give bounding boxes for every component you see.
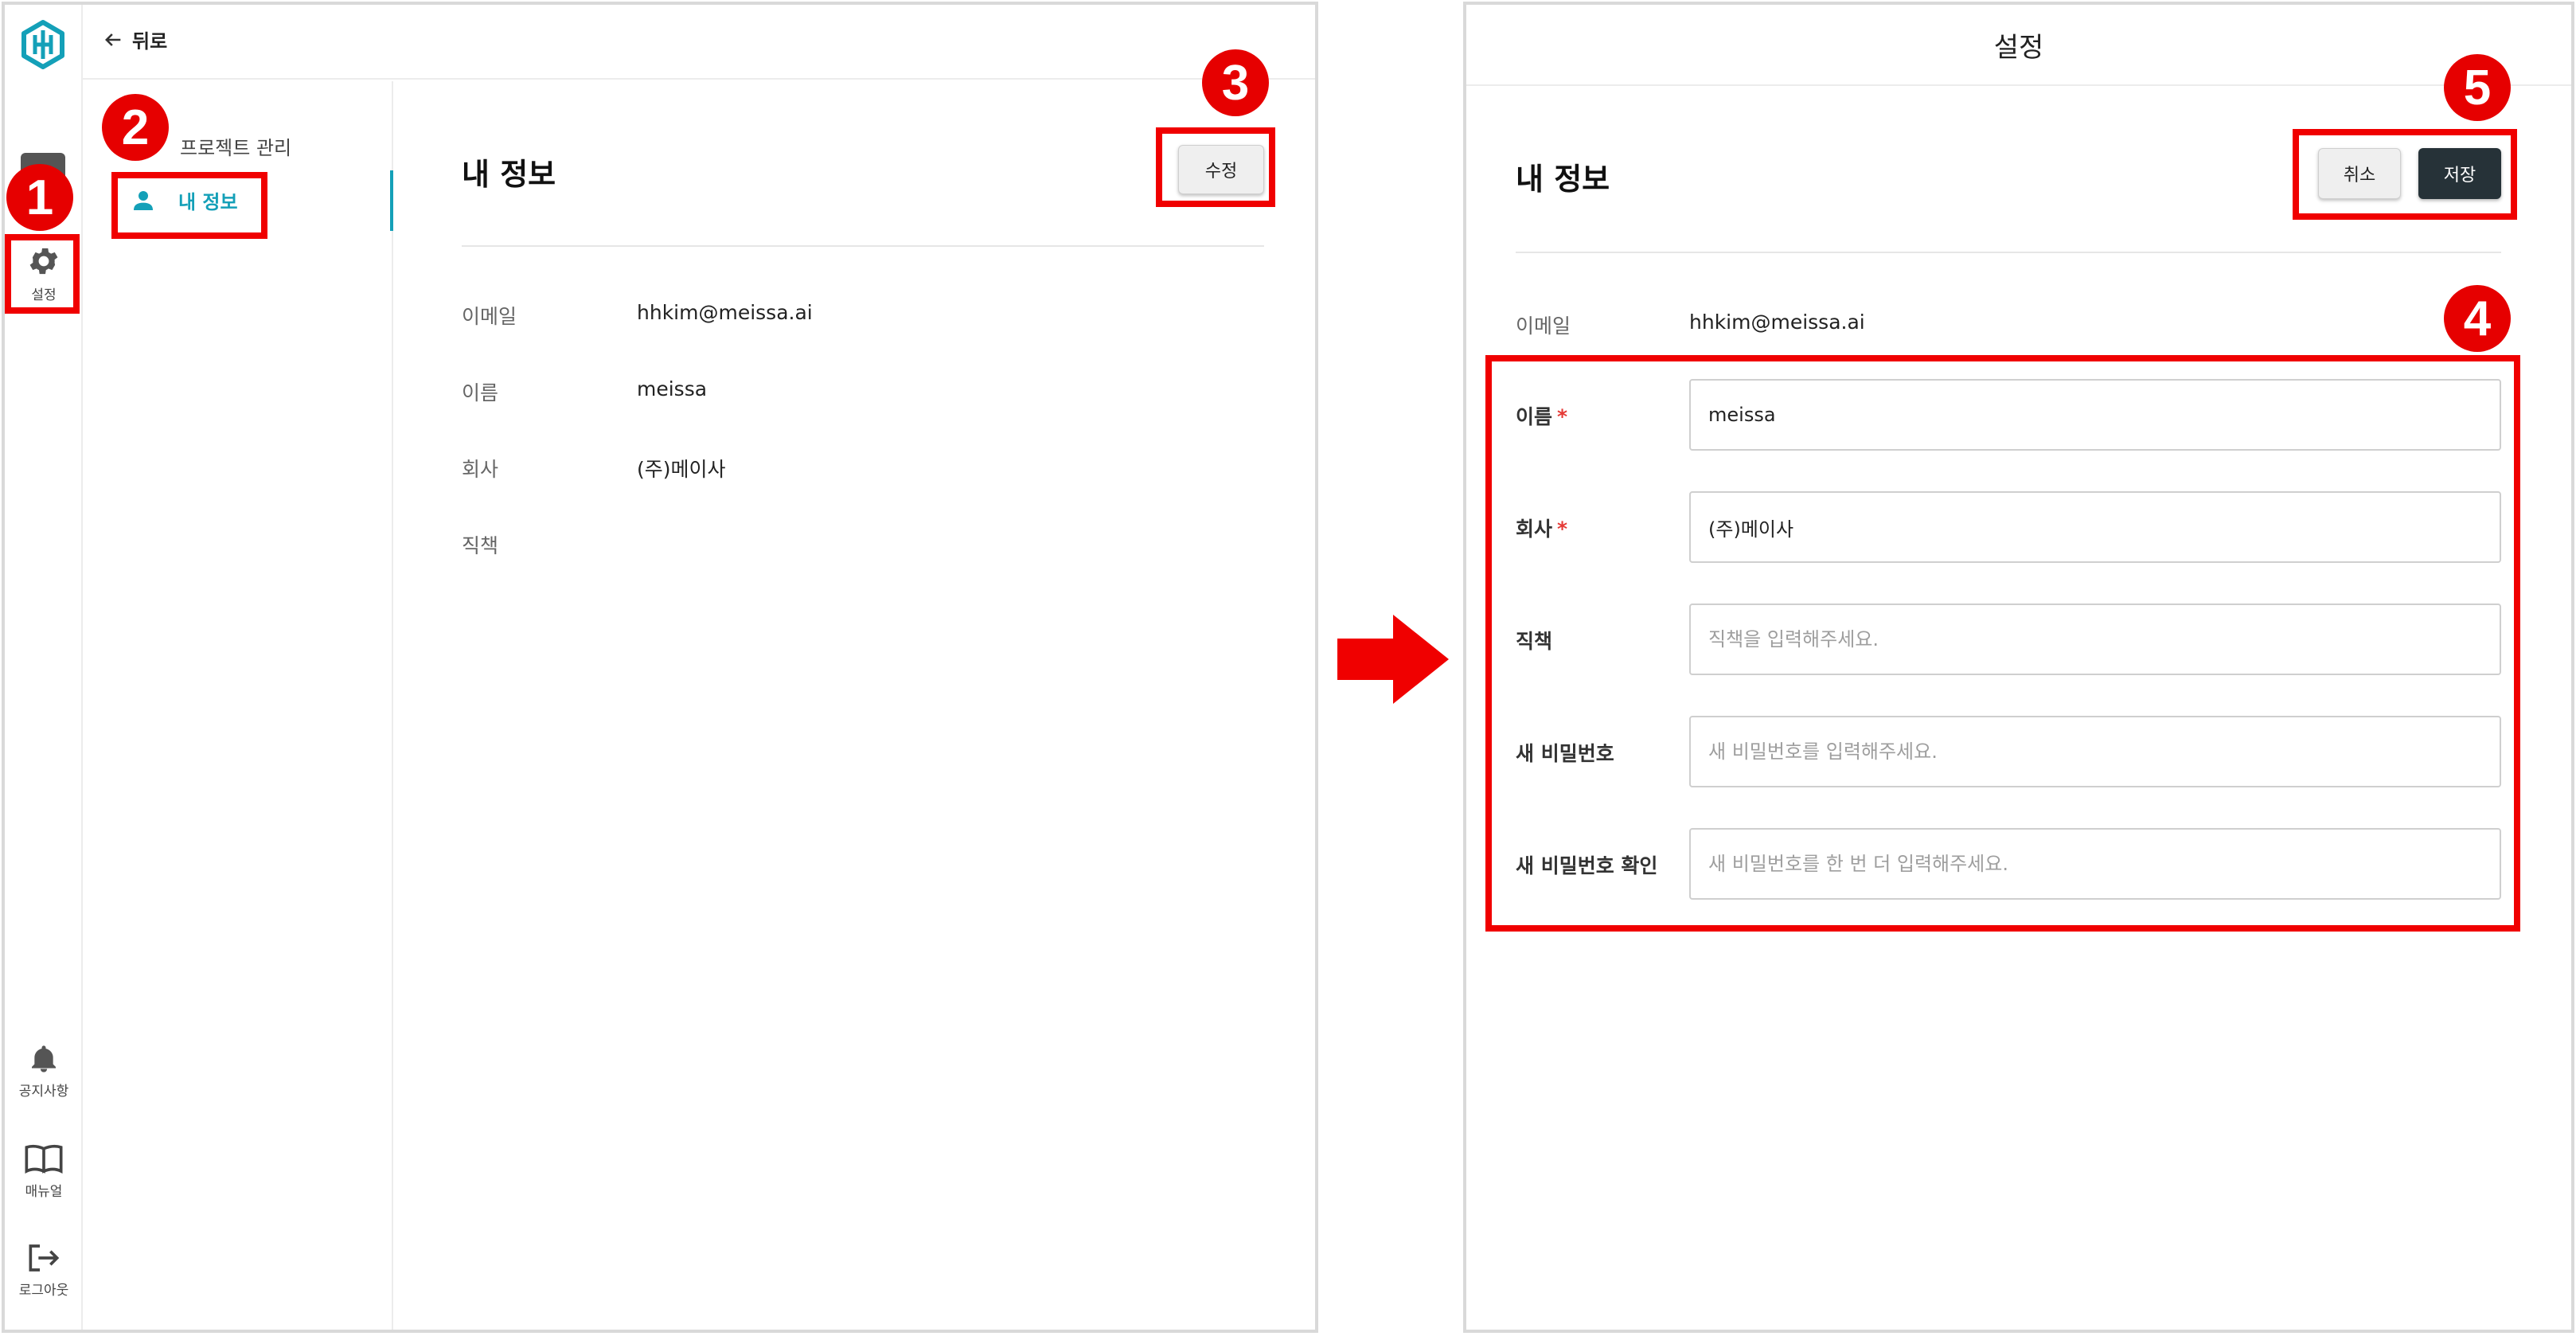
back-button[interactable]: 뒤로	[102, 25, 167, 53]
info-label: 회사	[462, 458, 499, 481]
highlight-settings	[5, 234, 80, 314]
book-icon	[25, 1144, 63, 1174]
rail-item-notices-label: 공지사항	[18, 1084, 69, 1100]
active-indicator	[390, 170, 393, 231]
rail-item-logout-label: 로그아웃	[18, 1283, 69, 1299]
divider	[1516, 252, 2501, 253]
bell-icon	[32, 1045, 56, 1072]
settings-header: 설정	[1466, 5, 2571, 86]
info-label: 이름	[462, 381, 499, 404]
info-value: meissa	[637, 377, 708, 400]
logout-icon	[29, 1244, 60, 1272]
settings-subnav: 프로젝트 관리 내 정보	[83, 81, 393, 1330]
info-label: 직책	[462, 534, 499, 557]
highlight-form	[1485, 355, 2520, 932]
rail-item-manual[interactable]: 매뉴얼	[5, 1143, 83, 1200]
info-value: (주)메이사	[637, 458, 726, 481]
highlight-my-info	[111, 172, 267, 239]
transition-arrow-icon	[1337, 615, 1449, 704]
rail-item-manual-label: 매뉴얼	[25, 1184, 63, 1200]
page-title: 내 정보	[462, 157, 556, 192]
highlight-cancel-save	[2293, 129, 2517, 220]
my-info-panel: 내 정보 수정 이메일 hhkim@meissa.ai 이름 meissa 회사…	[395, 81, 1315, 1330]
rail-item-logout[interactable]: 로그아웃	[5, 1242, 83, 1299]
rail-item-notices[interactable]: 공지사항	[5, 1043, 83, 1100]
step-badge-5: 5	[2444, 54, 2511, 121]
step-badge-4: 4	[2444, 285, 2511, 352]
divider	[462, 245, 1264, 247]
info-value: hhkim@meissa.ai	[637, 301, 813, 324]
highlight-edit	[1156, 127, 1275, 207]
page-title: 내 정보	[1516, 162, 1610, 197]
top-bar: 뒤로	[83, 5, 1315, 80]
step-badge-3: 3	[1202, 49, 1269, 116]
subnav-section-project[interactable]: 프로젝트 관리	[180, 132, 291, 160]
email-label: 이메일	[1516, 314, 1571, 338]
step-badge-1: 1	[6, 164, 73, 231]
app-logo-icon[interactable]	[18, 19, 68, 70]
arrow-left-icon	[105, 33, 121, 46]
info-label: 이메일	[462, 305, 517, 328]
step-badge-2: 2	[102, 94, 169, 161]
back-label: 뒤로	[132, 30, 168, 53]
email-value: hhkim@meissa.ai	[1689, 311, 1865, 334]
